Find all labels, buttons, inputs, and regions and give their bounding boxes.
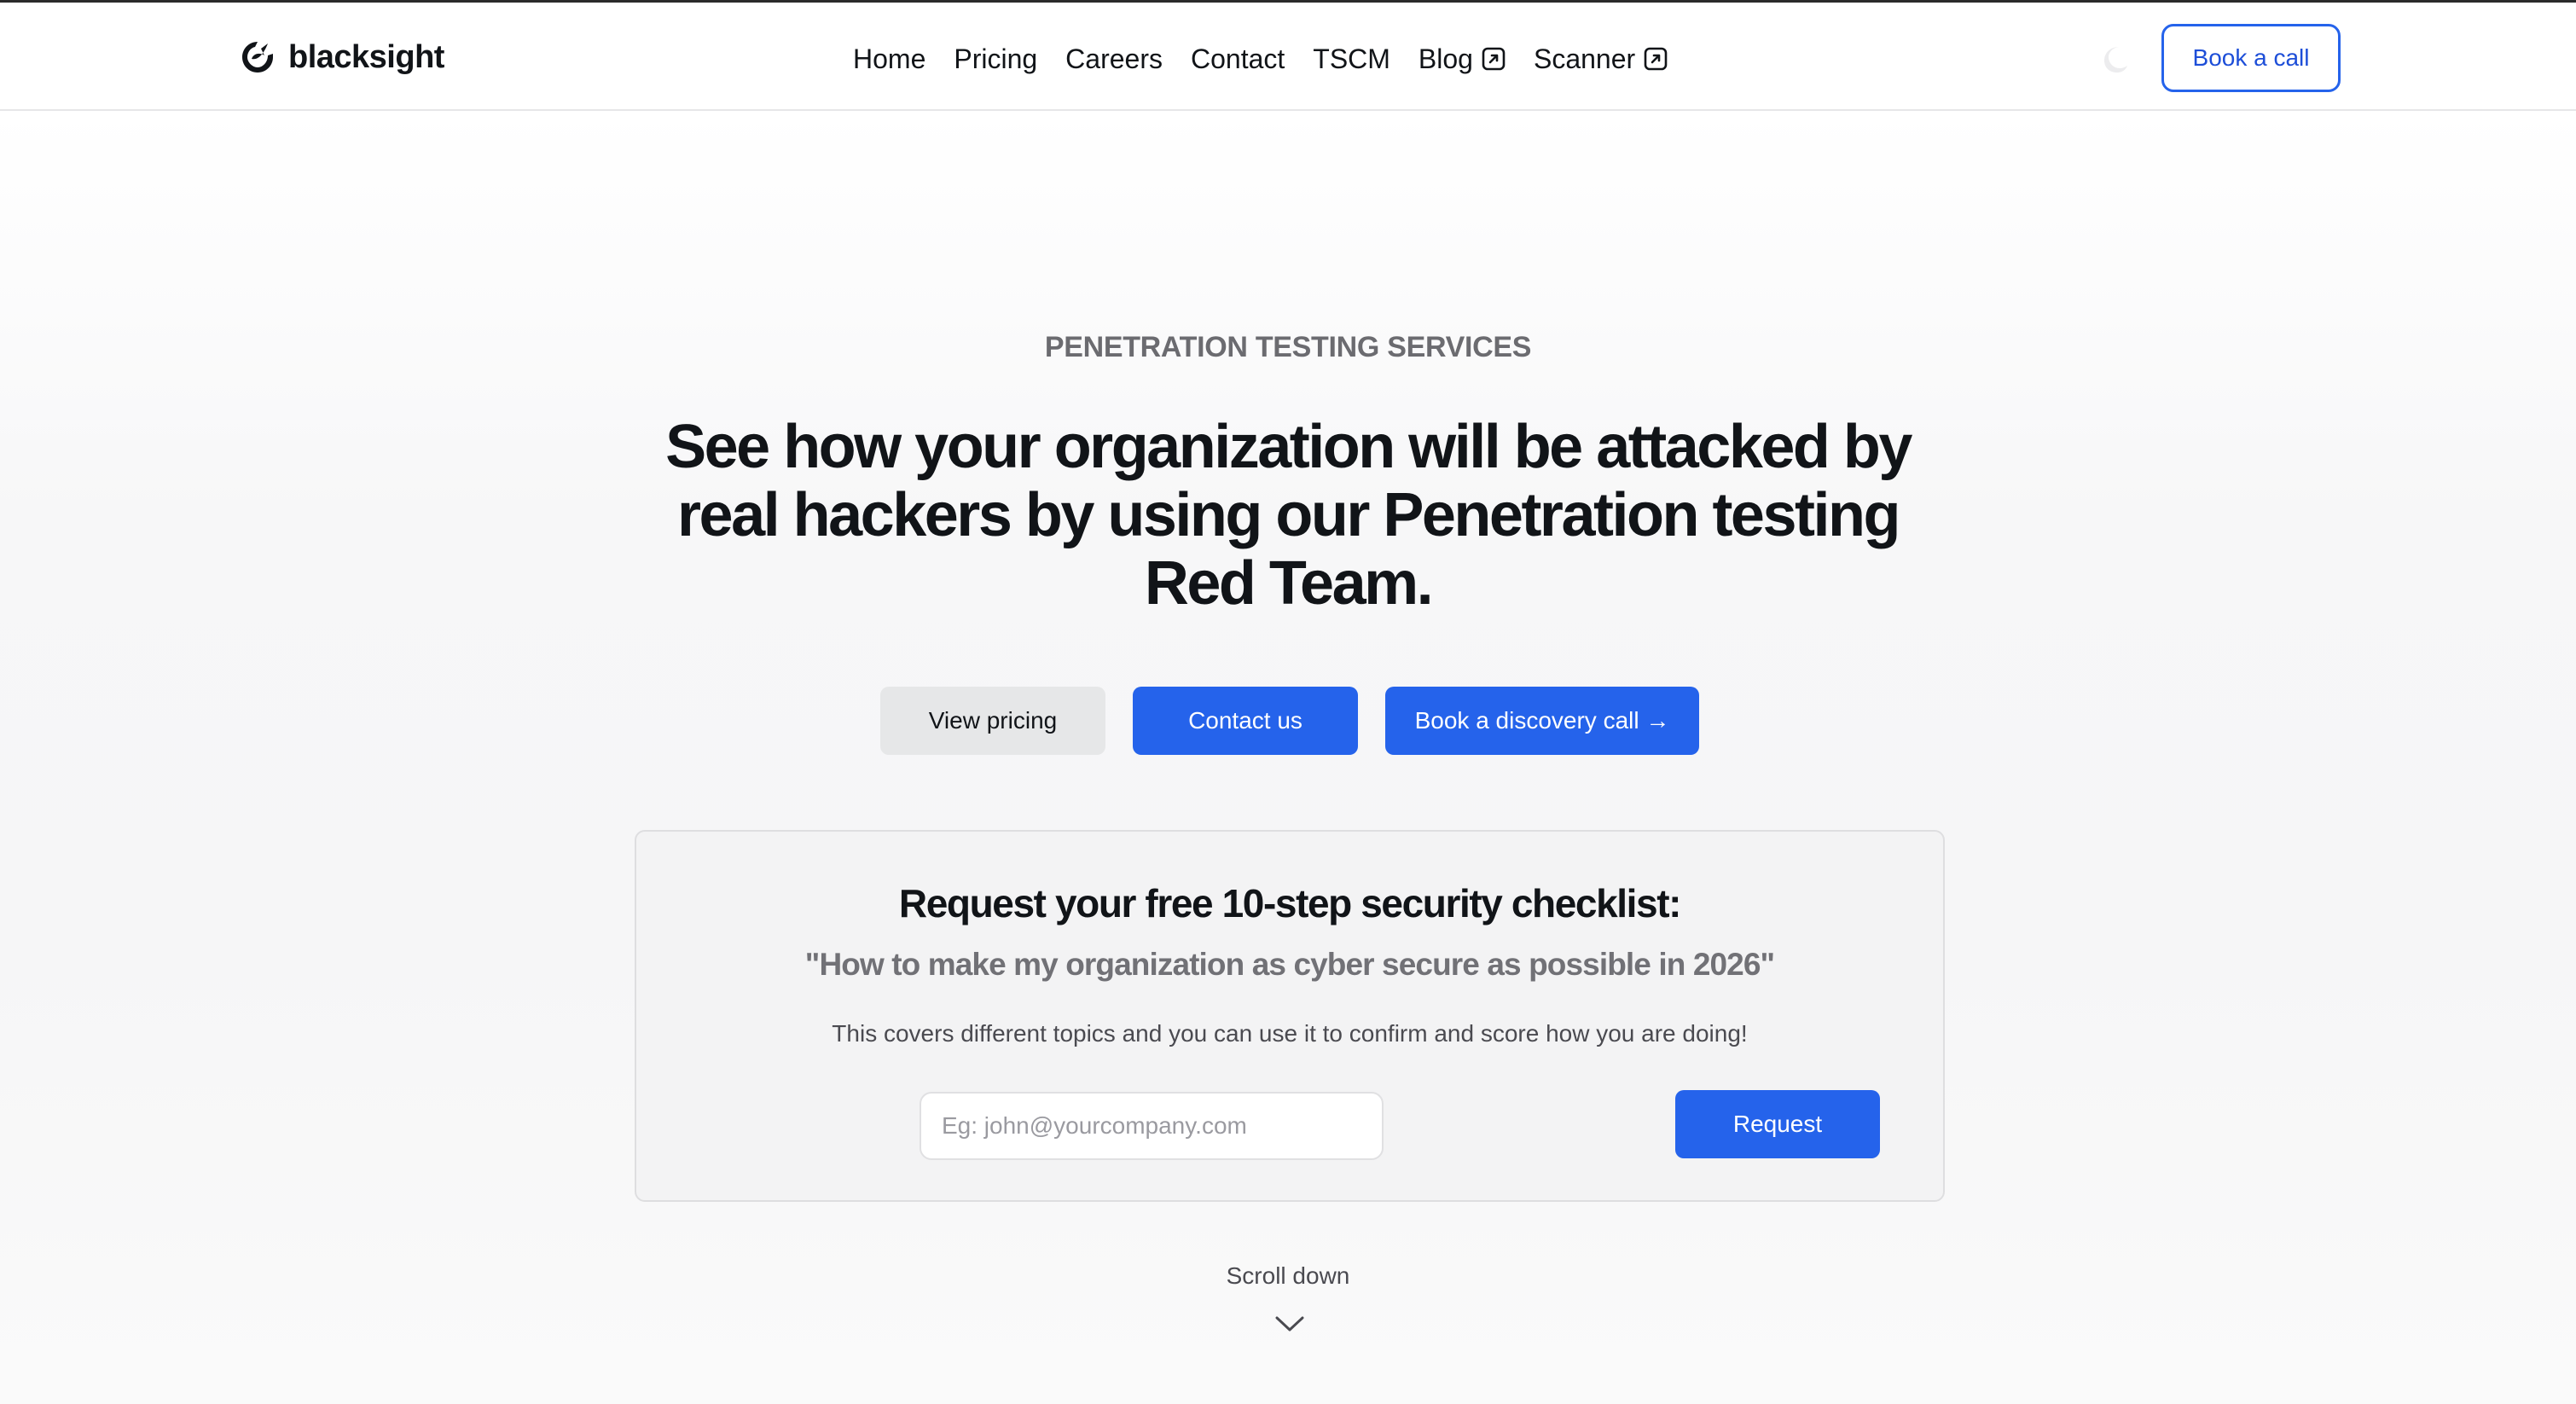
- nav-scanner[interactable]: Scanner: [1534, 44, 1668, 75]
- blacksight-logo-icon: [242, 42, 273, 73]
- checklist-quote: "How to make my organization as cyber se…: [804, 947, 1775, 982]
- nav-home[interactable]: Home: [853, 44, 925, 75]
- nav-home-label: Home: [853, 43, 926, 74]
- nav-pricing-label: Pricing: [954, 43, 1038, 74]
- brand-name: blacksight: [288, 38, 444, 75]
- book-call-button[interactable]: Book a call: [2161, 24, 2341, 92]
- nav-careers-label: Careers: [1065, 43, 1163, 74]
- nav-tscm[interactable]: TSCM: [1313, 44, 1390, 75]
- view-pricing-button[interactable]: View pricing: [880, 687, 1105, 755]
- nav-blog[interactable]: Blog: [1419, 44, 1506, 75]
- nav-blog-label: Blog: [1418, 43, 1473, 74]
- chevron-down-icon[interactable]: [1274, 1314, 1305, 1334]
- external-link-icon: [1644, 47, 1668, 71]
- nav-scanner-label: Scanner: [1533, 43, 1636, 74]
- site-header: blacksight Home Pricing Careers Contact …: [0, 3, 2576, 111]
- moon-icon[interactable]: [2097, 42, 2131, 76]
- main-nav: Home Pricing Careers Contact TSCM Blog S…: [853, 33, 1696, 84]
- checklist-title: Request your free 10-step security check…: [898, 881, 1682, 925]
- scroll-down-label: Scroll down: [1226, 1262, 1350, 1289]
- hero-eyebrow: PENETRATION TESTING SERVICES: [1044, 331, 1532, 363]
- nav-contact[interactable]: Contact: [1191, 44, 1285, 75]
- brand-logo[interactable]: blacksight: [237, 33, 444, 81]
- hero-headline: See how your organization will be attack…: [665, 413, 1912, 618]
- checklist-description: This covers different topics and you can…: [832, 1020, 1748, 1047]
- nav-contact-label: Contact: [1190, 43, 1285, 74]
- request-button[interactable]: Request: [1675, 1090, 1880, 1158]
- book-discovery-call-button[interactable]: Book a discovery call →: [1385, 687, 1699, 755]
- email-input[interactable]: [920, 1092, 1384, 1160]
- contact-us-button[interactable]: Contact us: [1133, 687, 1358, 755]
- nav-tscm-label: TSCM: [1313, 43, 1390, 74]
- external-link-icon: [1482, 47, 1506, 71]
- nav-pricing[interactable]: Pricing: [954, 44, 1037, 75]
- nav-careers[interactable]: Careers: [1065, 44, 1163, 75]
